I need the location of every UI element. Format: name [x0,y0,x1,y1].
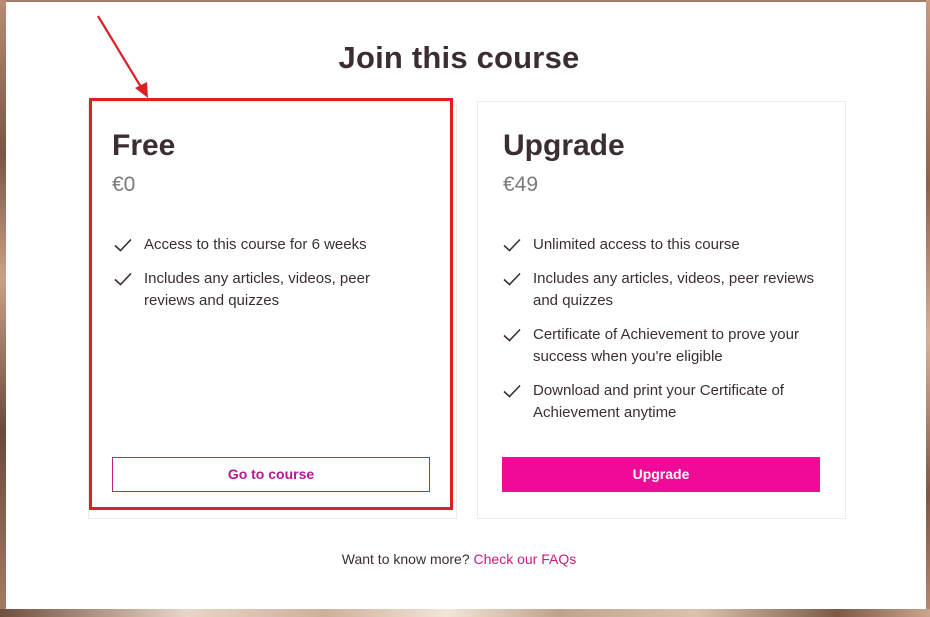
plan-price: €49 [503,173,539,196]
faq-footer: Want to know more? Check our FAQs [0,551,924,567]
check-icon [503,384,521,398]
feature-list: Access to this course for 6 weeks Includ… [114,234,414,324]
plan-card-upgrade: Upgrade €49 Unlimited access to this cou… [477,101,846,519]
feature-item: Includes any articles, videos, peer revi… [503,268,823,312]
feature-item: Download and print your Certificate of A… [503,380,823,424]
check-icon [503,328,521,342]
feature-text: Download and print your Certificate of A… [533,382,784,421]
plan-name: Free [112,129,176,162]
feature-text: Includes any articles, videos, peer revi… [144,270,370,309]
check-icon [114,272,132,286]
go-to-course-button[interactable]: Go to course [112,457,430,492]
feature-text: Unlimited access to this course [533,236,740,253]
feature-item: Unlimited access to this course [503,234,823,256]
check-icon [503,272,521,286]
feature-item: Includes any articles, videos, peer revi… [114,268,414,312]
plan-card-free: Free €0 Access to this course for 6 week… [88,101,457,519]
background-photo-bottom [0,609,930,617]
feature-list: Unlimited access to this course Includes… [503,234,823,436]
feature-item: Certificate of Achievement to prove your… [503,324,823,368]
upgrade-button[interactable]: Upgrade [502,457,820,492]
check-icon [503,238,521,252]
red-arrow-icon [97,15,148,98]
background-photo-right [926,0,930,617]
feature-item: Access to this course for 6 weeks [114,234,414,256]
plan-price: €0 [112,173,136,196]
feature-text: Certificate of Achievement to prove your… [533,326,799,365]
faq-link[interactable]: Check our FAQs [474,551,577,567]
footer-text: Want to know more? [341,551,470,567]
feature-text: Access to this course for 6 weeks [144,236,367,253]
check-icon [114,238,132,252]
plan-name: Upgrade [503,129,625,162]
feature-text: Includes any articles, videos, peer revi… [533,270,814,309]
